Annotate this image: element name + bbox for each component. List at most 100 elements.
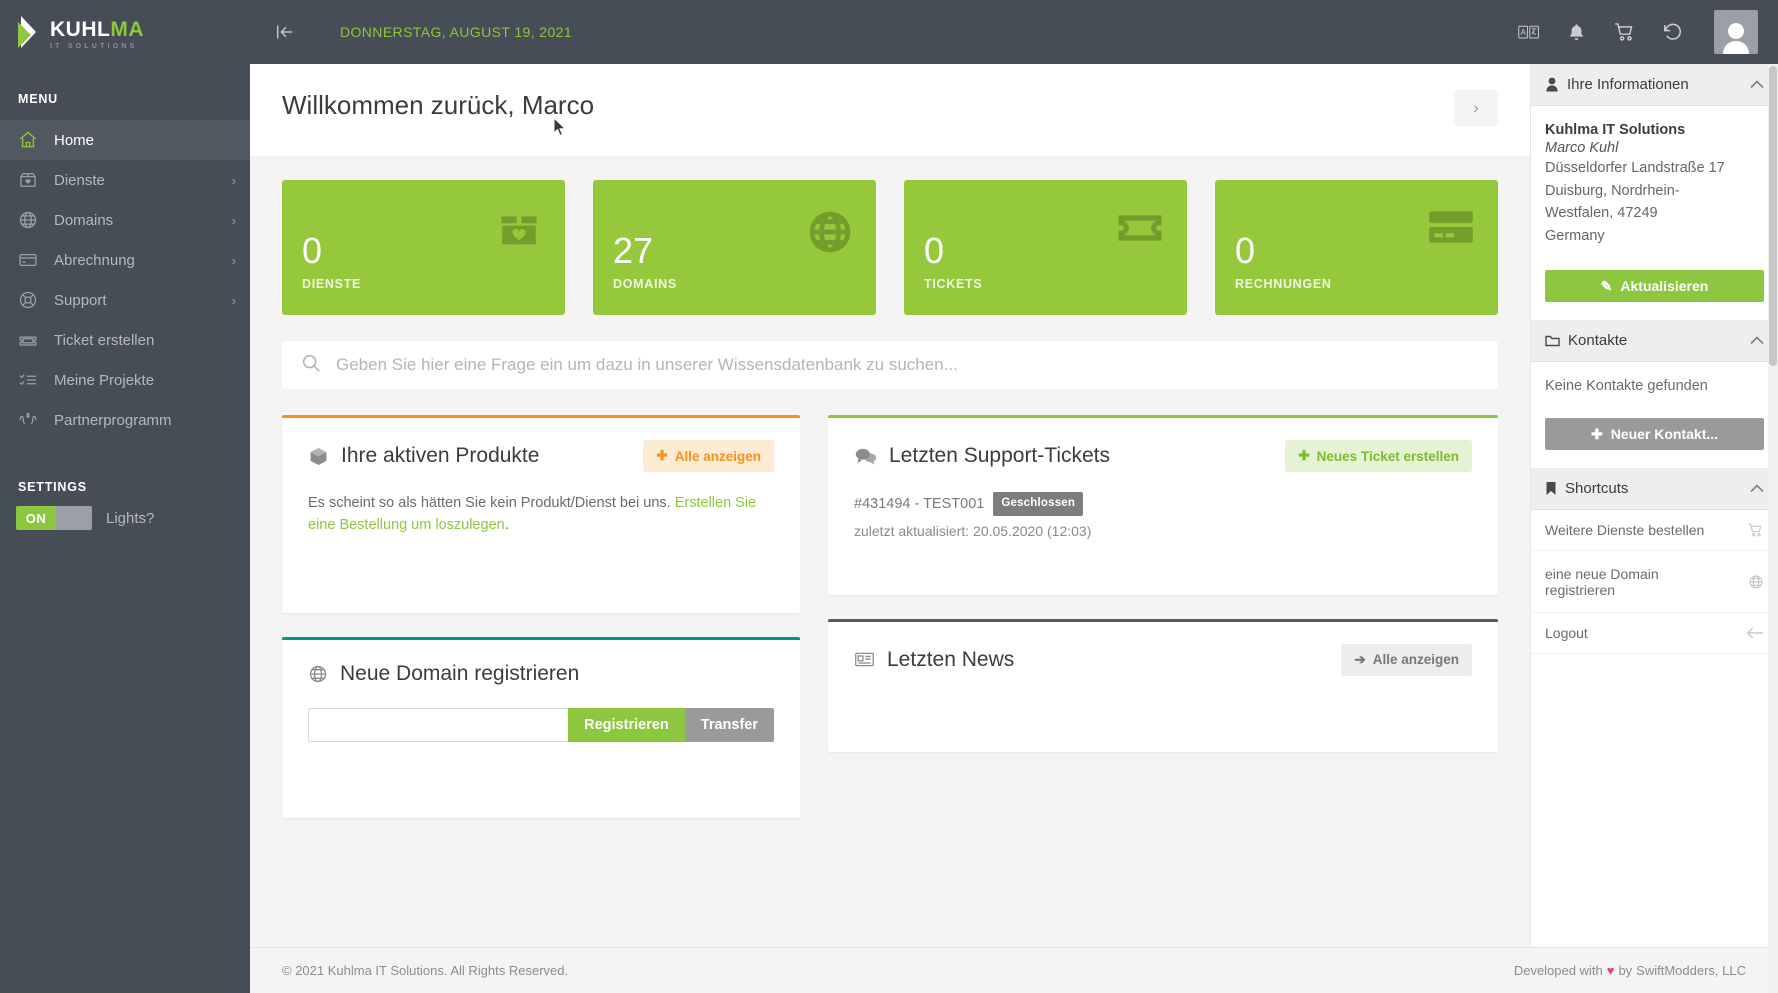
- scrollbar-thumb[interactable]: [1769, 66, 1777, 366]
- logo-wordmark: KUHLMA: [50, 19, 144, 40]
- globe-icon: [1748, 574, 1764, 590]
- button-label: Neuer Kontakt...: [1610, 426, 1719, 443]
- pencil-icon: ✎: [1600, 277, 1613, 294]
- ticket-row[interactable]: #431494 - TEST001 Geschlossen: [854, 492, 1472, 516]
- contacts-header[interactable]: Kontakte: [1531, 320, 1778, 363]
- panel-register-domain: Neue Domain registrieren Registrieren Tr…: [282, 636, 800, 818]
- chevron-up-icon[interactable]: [1750, 336, 1764, 345]
- shortcut-order-services[interactable]: Weitere Dienste bestellen: [1531, 510, 1778, 552]
- sidebar-item-domains[interactable]: Domains ›: [0, 200, 250, 240]
- logo-primary: KUHL: [50, 18, 111, 41]
- svg-text:A: A: [1520, 28, 1526, 37]
- chevron-right-icon: ›: [231, 172, 236, 188]
- lights-toggle[interactable]: ON: [16, 506, 92, 530]
- knowledgebase-search[interactable]: [282, 341, 1498, 389]
- panels-right-column: Letzten Support-Tickets ✚ Neues Ticket e…: [828, 415, 1498, 818]
- address-line-2: Duisburg, Nordrhein-: [1545, 182, 1680, 199]
- transfer-button[interactable]: Transfer: [684, 707, 774, 742]
- ticket-updated: zuletzt aktualisiert: 20.05.2020 (12:03): [854, 522, 1092, 539]
- footer-copyright: © 2021 Kuhlma IT Solutions. All Rights R…: [282, 963, 569, 978]
- shortcuts-header[interactable]: Shortcuts: [1531, 468, 1778, 511]
- new-ticket-button[interactable]: ✚ Neues Ticket erstellen: [1285, 440, 1472, 472]
- panel-active-products: Ihre aktiven Produkte ✚ Alle anzeigen Es…: [282, 415, 800, 613]
- top-bar-icons: A: [1518, 10, 1758, 54]
- sidebar-item-dienste[interactable]: Dienste ›: [0, 160, 250, 200]
- right-sidebar: Ihre Informationen Kuhlma IT Solutions M…: [1530, 64, 1778, 947]
- arrow-left-icon: [1746, 626, 1764, 640]
- button-label: Alle anzeigen: [1372, 652, 1459, 667]
- register-button[interactable]: Registrieren: [568, 707, 685, 742]
- show-all-news-button[interactable]: ➔ Alle anzeigen: [1341, 643, 1472, 676]
- your-information-header[interactable]: Ihre Informationen: [1531, 64, 1778, 106]
- ticket-icon: [1115, 208, 1165, 248]
- logo[interactable]: KUHLMA IT SOLUTIONS: [0, 0, 250, 64]
- panel-title: Ihre Informationen: [1567, 76, 1689, 93]
- avatar[interactable]: [1714, 10, 1758, 54]
- new-contact-button[interactable]: ✚ Neuer Kontakt...: [1545, 418, 1764, 451]
- panel-title: Letzten News: [887, 647, 1015, 671]
- welcome-bar: Willkommen zurück, Marco ›: [250, 64, 1530, 156]
- ticket-icon: [18, 330, 44, 350]
- chevron-right-icon: ›: [231, 252, 236, 268]
- search-icon: [300, 352, 322, 379]
- shortcut-label: Logout: [1545, 625, 1588, 642]
- globe-icon: [806, 208, 854, 256]
- empty-products-text: Es scheint so als hätten Sie kein Produk…: [308, 495, 675, 511]
- chevron-up-icon[interactable]: [1750, 80, 1764, 89]
- translate-icon[interactable]: A: [1518, 24, 1540, 41]
- contacts-empty-text: Keine Kontakte gefunden: [1545, 378, 1708, 395]
- person-icon: [1545, 77, 1559, 92]
- stat-card-dienste[interactable]: 0 DIENSTE: [282, 180, 565, 315]
- domain-name-input[interactable]: [308, 707, 569, 742]
- chevron-right-icon: ›: [231, 292, 236, 308]
- next-arrow-button[interactable]: ›: [1454, 90, 1498, 126]
- shortcut-logout[interactable]: Logout: [1531, 613, 1778, 655]
- box-heart-icon: [495, 208, 543, 256]
- sidebar-item-abrechnung[interactable]: Abrechnung ›: [0, 240, 250, 280]
- search-input[interactable]: [336, 355, 1480, 375]
- panel-title: Ihre aktiven Produkte: [341, 444, 540, 467]
- collapse-left-icon[interactable]: [274, 21, 296, 43]
- panel-header: Letzten Support-Tickets ✚ Neues Ticket e…: [854, 440, 1472, 472]
- button-label: Neues Ticket erstellen: [1316, 448, 1459, 464]
- bell-icon[interactable]: [1566, 22, 1587, 43]
- home-icon: [18, 130, 44, 150]
- sidebar-item-support[interactable]: Support ›: [0, 280, 250, 320]
- panel-title: Kontakte: [1568, 332, 1628, 350]
- button-label: Alle anzeigen: [674, 448, 761, 464]
- sidebar-item-label: Meine Projekte: [54, 371, 155, 389]
- sidebar-item-home[interactable]: Home: [0, 120, 250, 160]
- stat-card-rechnungen[interactable]: 0 RECHNUNGEN: [1215, 180, 1498, 315]
- person-name: Marco Kuhl: [1545, 140, 1619, 156]
- box-heart-icon: [18, 170, 44, 190]
- show-all-products-button[interactable]: ✚ Alle anzeigen: [643, 440, 774, 472]
- page-scrollbar[interactable]: [1768, 64, 1778, 993]
- box-3d-icon: [308, 446, 329, 467]
- panel-header: Letzten News ➔ Alle anzeigen: [854, 643, 1472, 676]
- credit-card-icon: [1426, 208, 1476, 248]
- chevron-up-icon[interactable]: [1750, 484, 1764, 493]
- contacts-body: Keine Kontakte gefunden ✚ Neuer Kontakt.…: [1531, 362, 1778, 468]
- lights-toggle-label: Lights?: [106, 509, 155, 527]
- logo-tagline: IT SOLUTIONS: [50, 43, 138, 50]
- sidebar-item-meine-projekte[interactable]: Meine Projekte: [0, 360, 250, 400]
- panel-support-tickets: Letzten Support-Tickets ✚ Neues Ticket e…: [828, 415, 1498, 595]
- cart-icon[interactable]: [1613, 21, 1636, 43]
- shortcut-register-domain[interactable]: eine neue Domain registrieren: [1531, 551, 1778, 614]
- stat-card-domains[interactable]: 27 DOMAINS: [593, 180, 876, 315]
- arrow-right-icon: ➔: [1354, 651, 1366, 667]
- stat-caption: DOMAINS: [613, 277, 677, 291]
- stat-card-tickets[interactable]: 0 TICKETS: [904, 180, 1187, 315]
- chat-bubbles-icon: [854, 446, 877, 466]
- main-column: DONNERSTAG, AUGUST 19, 2021 A Willkommen…: [250, 0, 1778, 993]
- panels-left-column: Ihre aktiven Produkte ✚ Alle anzeigen Es…: [282, 415, 800, 818]
- address-line-3: Westfalen, 47249: [1545, 205, 1658, 222]
- sidebar-item-ticket-erstellen[interactable]: Ticket erstellen: [0, 320, 250, 360]
- globe-icon: [308, 664, 328, 684]
- bookmark-icon: [1545, 481, 1557, 496]
- history-icon[interactable]: [1662, 21, 1684, 43]
- sidebar-item-partnerprogramm[interactable]: Partnerprogramm: [0, 400, 250, 440]
- lights-toggle-state: ON: [16, 506, 56, 530]
- update-information-button[interactable]: ✎ Aktualisieren: [1545, 270, 1764, 303]
- sidebar-item-label: Partnerprogramm: [54, 411, 172, 429]
